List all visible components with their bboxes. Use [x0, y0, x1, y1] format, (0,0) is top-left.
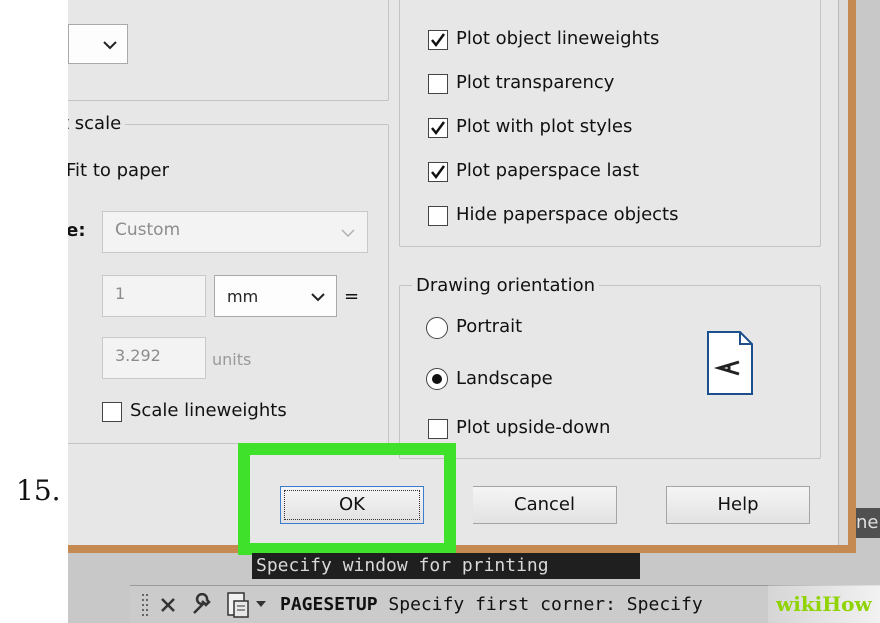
wikihow-watermark: wikiHow: [768, 585, 880, 623]
scale-lineweights-checkbox[interactable]: [102, 402, 122, 422]
command-line-text[interactable]: PAGESETUP Specify first corner: Specify: [280, 594, 703, 615]
scale-value-input-1[interactable]: 1: [102, 275, 206, 317]
close-icon[interactable]: [160, 597, 176, 613]
unit-value: mm: [227, 287, 259, 306]
units-label: units: [212, 350, 252, 369]
landscape-label: Landscape: [456, 368, 553, 389]
help-button[interactable]: Help: [666, 486, 810, 524]
plot-scale-title: t scale: [68, 113, 126, 134]
plot-option-label: Plot with plot styles: [456, 116, 633, 137]
landscape-radio[interactable]: [426, 368, 448, 390]
portrait-label: Portrait: [456, 316, 523, 337]
scale-dropdown[interactable]: Custom: [102, 211, 368, 253]
portrait-radio[interactable]: [426, 317, 448, 339]
grip-icon[interactable]: [142, 594, 150, 616]
check-icon: [431, 165, 446, 180]
value2-text: 3.292: [115, 346, 161, 365]
left-upper-group: [68, 0, 389, 101]
unit-dropdown[interactable]: mm: [214, 275, 337, 317]
scale-value: Custom: [115, 220, 181, 240]
window-frame-right: [848, 0, 856, 553]
step-number: 15.: [16, 474, 61, 507]
command-name: PAGESETUP: [280, 594, 378, 615]
drawing-orientation-title: Drawing orientation: [412, 275, 600, 296]
plot-option-checkbox[interactable]: [428, 74, 448, 94]
plot-option-checkbox[interactable]: [428, 30, 448, 50]
screenshot-area: t scale Fit to paper le: Custom 1 mm = 3…: [68, 0, 880, 623]
plot-option-checkbox[interactable]: [428, 118, 448, 138]
check-icon: [431, 33, 446, 48]
plot-option-checkbox[interactable]: [428, 162, 448, 182]
chevron-down-icon: [341, 229, 355, 238]
cancel-label: Cancel: [514, 494, 575, 515]
upside-down-label: Plot upside-down: [456, 417, 611, 438]
landscape-page-icon: [707, 331, 753, 395]
check-icon: [431, 121, 446, 136]
background-text-stub: ne: [856, 508, 880, 538]
ok-highlight-box: [238, 443, 456, 555]
plot-option-label: Hide paperspace objects: [456, 204, 679, 225]
cancel-button[interactable]: Cancel: [473, 486, 617, 524]
plot-option-checkbox[interactable]: [428, 206, 448, 226]
upside-down-checkbox[interactable]: [428, 419, 448, 439]
plot-option-label: Plot object lineweights: [456, 28, 660, 49]
equals-sign: =: [344, 286, 360, 307]
plot-dialog: t scale Fit to paper le: Custom 1 mm = 3…: [68, 0, 848, 545]
fit-to-paper-label[interactable]: Fit to paper: [68, 160, 169, 181]
plot-option-label: Plot transparency: [456, 72, 615, 93]
scale-lineweights-label: Scale lineweights: [130, 400, 287, 421]
command-prompt: Specify first corner: Specify: [388, 594, 703, 615]
command-history-icon[interactable]: [226, 591, 252, 619]
window-frame-bottom: [68, 545, 856, 553]
scale-label: le:: [68, 220, 86, 241]
command-tooltip: Specify window for printing: [252, 553, 640, 579]
scale-value-input-2[interactable]: 3.292: [102, 337, 206, 379]
chevron-down-icon: [311, 293, 325, 302]
plot-option-label: Plot paperspace last: [456, 160, 639, 181]
value1-text: 1: [115, 284, 126, 303]
help-label: Help: [717, 494, 759, 515]
chevron-down-icon[interactable]: [256, 601, 266, 609]
wrench-icon[interactable]: [190, 593, 214, 617]
